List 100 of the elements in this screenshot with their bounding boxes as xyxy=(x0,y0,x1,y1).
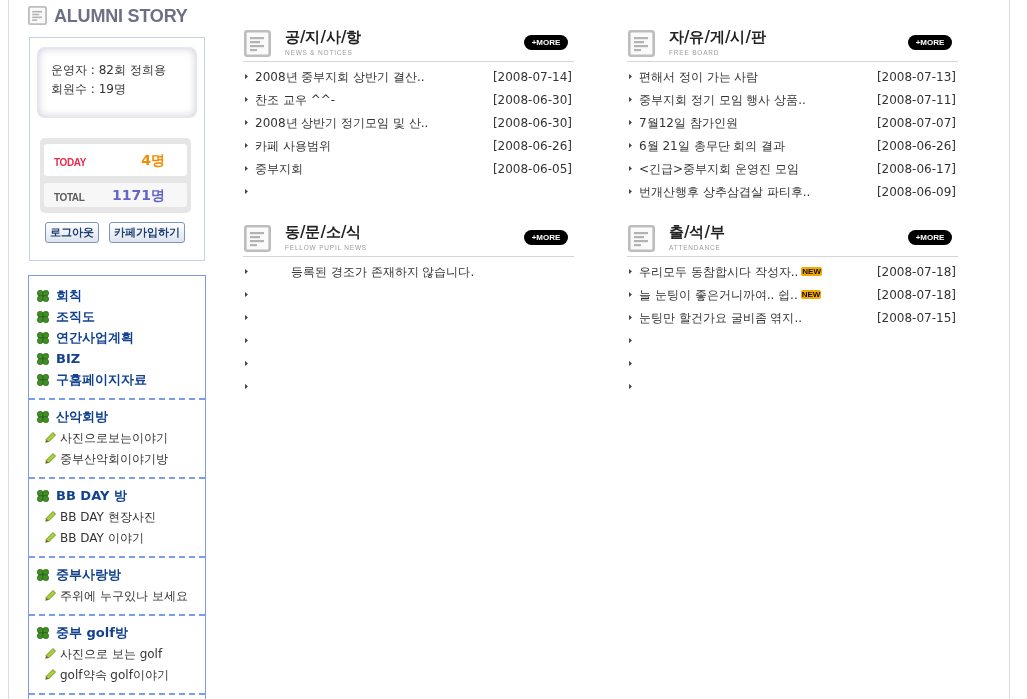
post-link[interactable]: 6월 21일 총무단 회의 결과 xyxy=(639,136,786,155)
bullet-icon xyxy=(245,166,248,171)
post-link[interactable]: 번개산행후 상추삼겹살 파티후.. xyxy=(639,182,811,201)
board-title: 출/석/부 xyxy=(669,223,725,242)
menu-link[interactable]: 중부 golf방 xyxy=(56,622,128,643)
menu-link[interactable]: 연간사업계획 xyxy=(56,327,134,348)
bullet-icon xyxy=(629,315,632,320)
bullet-icon xyxy=(629,120,632,125)
bullet-icon xyxy=(629,97,632,102)
clover-icon xyxy=(37,410,49,423)
post-date: [2008-07-18] xyxy=(876,263,956,281)
post-link[interactable]: 카페 사용범위 xyxy=(255,136,331,155)
post-date: [2008-07-14] xyxy=(492,68,572,86)
bullet-icon xyxy=(245,120,248,125)
post-date: [2008-06-30] xyxy=(492,114,572,132)
submenu-link[interactable]: BB DAY 이야기 xyxy=(60,528,144,547)
pencil-icon xyxy=(45,511,56,522)
post-link[interactable]: 7월12일 참가인원 xyxy=(639,113,738,132)
bullet-icon xyxy=(629,269,632,274)
post-link[interactable]: 중부지회 정기 모임 행사 상품.. xyxy=(639,90,806,109)
bullet-icon xyxy=(629,74,632,79)
post-date: [2008-07-07] xyxy=(876,114,956,132)
pencil-icon xyxy=(45,648,56,659)
post-link[interactable]: 찬조 교우 ^^- xyxy=(255,90,336,109)
post-date: [2008-06-09] xyxy=(876,183,956,201)
new-tag: NEW xyxy=(800,290,822,299)
document-icon xyxy=(244,225,271,252)
post-link[interactable]: 늘 눈팅이 좋은거니까여.. 쉽.. xyxy=(639,285,798,304)
menu-link[interactable]: BB DAY 방 xyxy=(56,485,127,506)
menu-link[interactable]: 조직도 xyxy=(56,306,95,327)
menu-link[interactable]: BIZ xyxy=(56,348,81,369)
join-button[interactable]: 카페가입하기 xyxy=(109,222,185,243)
more-button[interactable]: +MORE xyxy=(908,230,952,245)
bullet-icon xyxy=(629,338,632,343)
board-title: 자/유/게/시/판 xyxy=(669,28,766,47)
board-title: 공/지/사/항 xyxy=(285,28,362,47)
pencil-icon xyxy=(45,669,56,680)
submenu-link[interactable]: 주위에 누구있나 보세요 xyxy=(60,586,188,605)
clover-icon xyxy=(37,489,49,502)
site-title: ALUMNI STORY xyxy=(54,6,188,25)
post-date: [2008-06-30] xyxy=(492,91,572,109)
more-button[interactable]: +MORE xyxy=(524,35,568,50)
clover-icon xyxy=(37,310,49,323)
bullet-icon xyxy=(245,189,248,194)
board-title: 동/문/소/식 xyxy=(285,223,363,242)
menu-link[interactable]: 산악회방 xyxy=(56,406,108,427)
bullet-icon xyxy=(245,97,248,102)
submenu-link[interactable]: BB DAY 현장사진 xyxy=(60,507,156,526)
menu-link[interactable]: 중부사랑방 xyxy=(56,564,121,585)
bullet-icon xyxy=(245,292,248,297)
post-date: [2008-07-15] xyxy=(876,309,956,327)
clover-icon xyxy=(37,626,49,639)
post-date: [2008-06-17] xyxy=(876,160,956,178)
counter-value: 1171명 xyxy=(112,185,165,205)
post-date: [2008-07-18] xyxy=(876,286,956,304)
logout-button[interactable]: 로그아웃 xyxy=(45,222,99,243)
post-date: [2008-06-26] xyxy=(492,137,572,155)
pencil-icon xyxy=(45,432,56,443)
bullet-icon xyxy=(629,143,632,148)
bullet-icon xyxy=(245,74,248,79)
post-date: [2008-06-26] xyxy=(876,137,956,155)
post-link[interactable]: 중부지회 xyxy=(255,159,303,178)
post-date: [2008-06-05] xyxy=(492,160,572,178)
bullet-icon xyxy=(245,338,248,343)
counter-label: TODAY xyxy=(54,155,86,170)
document-icon xyxy=(244,30,271,57)
bullet-icon xyxy=(629,189,632,194)
bullet-icon xyxy=(629,292,632,297)
menu-link[interactable]: 구홈페이지자료 xyxy=(56,369,147,390)
counter-label: TOTAL xyxy=(54,190,85,205)
menu-link[interactable]: 회칙 xyxy=(56,285,82,306)
bullet-icon xyxy=(629,361,632,366)
post-link[interactable]: 편해서 정이 가는 사람 xyxy=(639,67,759,86)
bullet-icon xyxy=(245,384,248,389)
submenu-link[interactable]: 중부산악회이야기방 xyxy=(60,449,168,468)
post-link[interactable]: 우리모두 동참합시다 작성자.. xyxy=(639,262,799,281)
document-icon xyxy=(628,30,655,57)
more-button[interactable]: +MORE xyxy=(524,230,568,245)
submenu-link[interactable]: golf약속 golf이야기 xyxy=(60,665,169,684)
info-text: 회원수 : 19명 xyxy=(51,81,127,98)
submenu-link[interactable]: 사진으로보는이야기 xyxy=(60,428,168,447)
clover-icon xyxy=(37,568,49,581)
clover-icon xyxy=(37,352,49,365)
document-icon xyxy=(28,6,47,25)
info-text: 운영자 : 82회 정희용 xyxy=(51,62,167,79)
post-link[interactable]: 2008년 상반기 정기모임 및 산.. xyxy=(255,113,429,132)
pencil-icon xyxy=(45,590,56,601)
submenu-link[interactable]: 사진으로 보는 golf xyxy=(60,644,163,663)
empty-message: 등록된 경조가 존재하지 않습니다. xyxy=(291,263,475,281)
bullet-icon xyxy=(629,166,632,171)
clover-icon xyxy=(37,331,49,344)
pencil-icon xyxy=(45,532,56,543)
more-button[interactable]: +MORE xyxy=(908,35,952,50)
post-link[interactable]: 2008년 중부지회 상반기 결산.. xyxy=(255,67,425,86)
new-tag: NEW xyxy=(801,267,822,276)
post-date: [2008-07-11] xyxy=(876,91,956,109)
bullet-icon xyxy=(629,384,632,389)
pencil-icon xyxy=(45,453,56,464)
post-link[interactable]: <긴급>중부지회 운영진 모임 xyxy=(639,159,799,178)
post-link[interactable]: 눈팅만 할건가요 굴비좀 엮지.. xyxy=(639,308,803,327)
